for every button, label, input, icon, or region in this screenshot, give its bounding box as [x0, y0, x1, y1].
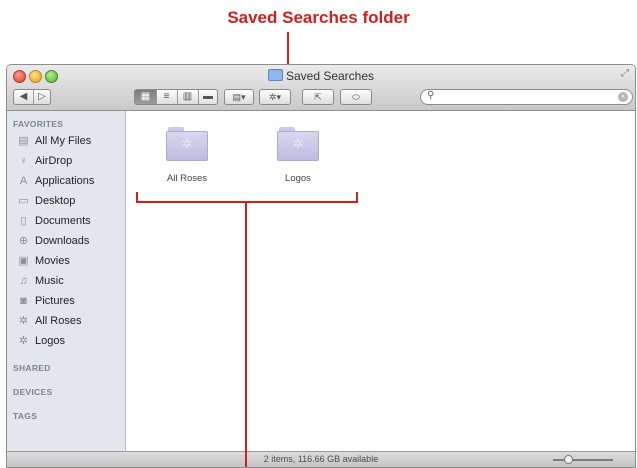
music-icon: ♫ [19, 275, 28, 287]
toolbar: Saved Searches ⤢ ◀ ▷ ▦ ≡ ▥ ▬ ▤▾ ✲▾ ⇱ ⬭ ⚲… [7, 65, 635, 111]
arrange-button[interactable]: ▤▾ [224, 89, 254, 105]
applications-icon: A [19, 175, 28, 187]
sidebar-item-label: Logos [35, 335, 65, 347]
sidebar-item-label: Desktop [35, 195, 76, 207]
search-field[interactable]: ⚲ × [420, 89, 633, 105]
folder-item-all-roses[interactable]: ✲ All Roses [140, 127, 230, 197]
sidebar-item-label: AirDrop [35, 155, 73, 167]
folder-icon [267, 69, 283, 81]
nav-buttons: ◀ ▷ [13, 89, 51, 105]
section-favorites: FAVORITES [13, 119, 64, 129]
folder-item-logos[interactable]: ✲ Logos [251, 127, 341, 197]
sidebar-item-desktop[interactable]: ▭ Desktop [17, 193, 123, 211]
airdrop-icon: ♀ [19, 155, 28, 167]
sidebar-item-label: Movies [35, 255, 70, 267]
smart-folder-icon: ✲ [166, 127, 208, 161]
callout-bracket-left [136, 192, 138, 203]
sidebar-item-music[interactable]: ♫ Music [17, 273, 123, 291]
sidebar-item-airdrop[interactable]: ♀ AirDrop [17, 153, 123, 171]
column-view-button[interactable]: ▥ [177, 90, 199, 104]
downloads-icon: ⊕ [18, 235, 29, 247]
tags-button[interactable]: ⬭ [340, 89, 372, 105]
forward-button[interactable]: ▷ [33, 90, 51, 104]
icon-size-slider-knob[interactable] [564, 455, 573, 464]
status-text: 2 items, 116.66 GB available [263, 454, 379, 464]
all-my-files-icon: ▤ [18, 135, 29, 147]
sidebar-item-label: Applications [35, 175, 95, 187]
section-tags: TAGS [13, 411, 38, 421]
file-browser-area: ✲ All Roses ✲ Logos [126, 111, 635, 451]
back-button[interactable]: ◀ [14, 90, 34, 104]
folder-name: All Roses [166, 173, 208, 184]
gear-icon: ✲ [18, 335, 29, 347]
callout-label: Saved Searches folder [227, 8, 410, 27]
sidebar-item-label: All Roses [35, 315, 82, 327]
documents-icon: ▯ [20, 215, 27, 227]
sidebar-item-all-my-files[interactable]: ▤ All My Files [17, 133, 123, 151]
sidebar-item-documents[interactable]: ▯ Documents [17, 213, 123, 231]
movies-icon: ▣ [18, 255, 29, 267]
sidebar-item-label: Downloads [35, 235, 90, 247]
gear-icon: ✲ [18, 315, 29, 327]
icon-size-slider-track[interactable] [553, 459, 613, 461]
coverflow-view-button[interactable]: ▬ [198, 90, 218, 104]
search-input[interactable] [439, 91, 613, 105]
share-button[interactable]: ⇱ [302, 89, 334, 105]
sidebar: FAVORITES ▤ All My Files ♀ AirDrop A App… [7, 111, 126, 451]
folder-name: Logos [285, 173, 311, 184]
window-title-text: Saved Searches [285, 69, 375, 83]
sidebar-item-downloads[interactable]: ⊕ Downloads [17, 233, 123, 251]
desktop-icon: ▭ [18, 195, 29, 207]
sidebar-item-all-roses[interactable]: ✲ All Roses [17, 313, 123, 331]
search-icon: ⚲ [427, 90, 435, 101]
finder-window: Saved Searches ⤢ ◀ ▷ ▦ ≡ ▥ ▬ ▤▾ ✲▾ ⇱ ⬭ ⚲… [6, 64, 636, 468]
callout-bracket-horizontal [136, 201, 358, 203]
action-gear-button[interactable]: ✲▾ [259, 89, 291, 105]
status-bar: 2 items, 116.66 GB available [7, 451, 635, 467]
list-view-button[interactable]: ≡ [156, 90, 178, 104]
sidebar-item-movies[interactable]: ▣ Movies [17, 253, 123, 271]
sidebar-item-pictures[interactable]: ◙ Pictures [17, 293, 123, 311]
smart-folder-icon: ✲ [277, 127, 319, 161]
callout-bracket-right [356, 192, 358, 203]
pictures-icon: ◙ [20, 295, 27, 307]
window-title: Saved Searches [7, 69, 635, 83]
sidebar-item-label: All My Files [35, 135, 92, 147]
callout-line-bottom [245, 201, 247, 467]
icon-view-button[interactable]: ▦ [135, 90, 157, 104]
sidebar-item-applications[interactable]: A Applications [17, 173, 123, 191]
section-shared: SHARED [13, 363, 51, 373]
sidebar-item-label: Documents [35, 215, 91, 227]
clear-search-icon[interactable]: × [618, 92, 628, 102]
section-devices: DEVICES [13, 387, 53, 397]
sidebar-item-label: Music [35, 275, 64, 287]
fullscreen-icon[interactable]: ⤢ [621, 68, 629, 79]
view-buttons: ▦ ≡ ▥ ▬ [134, 89, 218, 105]
sidebar-item-label: Pictures [35, 295, 75, 307]
sidebar-item-logos[interactable]: ✲ Logos [17, 333, 123, 351]
